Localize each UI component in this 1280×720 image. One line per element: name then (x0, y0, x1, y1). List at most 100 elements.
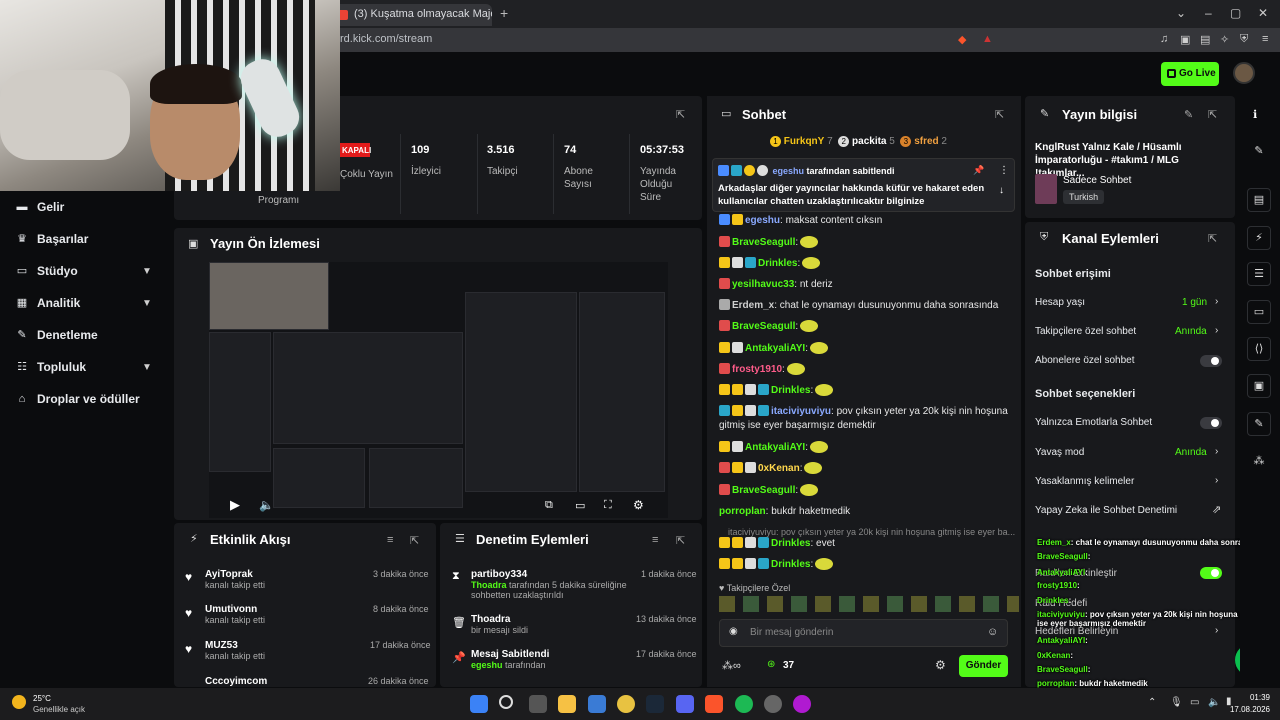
top-chatter-name[interactable]: sfred (914, 136, 938, 147)
browser-tab[interactable]: (3) Kuşatma olmayacak Majesteleri... (332, 4, 492, 26)
chrome-icon[interactable] (617, 695, 635, 713)
top-chatter-name[interactable]: packita (852, 136, 886, 147)
chat-username[interactable]: itaciviyuviyu (771, 406, 831, 417)
url-field[interactable]: rd.kick.com/stream (340, 33, 432, 45)
popout-icon[interactable]: ⇱ (410, 534, 419, 547)
wrench-icon[interactable]: ✎ (1247, 412, 1271, 436)
emoji-icon[interactable]: ☺ (987, 626, 998, 638)
discord-icon[interactable] (676, 695, 694, 713)
chat-username[interactable]: AntakyaliAYI (745, 343, 805, 354)
new-tab-button[interactable]: + (500, 5, 508, 21)
sidebar-item-studyo[interactable]: ▭ Stüdyo ▼ (16, 261, 152, 281)
chevron-right-icon[interactable]: › (1215, 475, 1218, 486)
settings-gear-icon[interactable]: ⚙ (633, 498, 644, 512)
filter-icon[interactable]: ≡ (387, 534, 393, 546)
close-icon[interactable]: ✕ (1258, 6, 1268, 20)
activity-user[interactable]: MUZ53 (205, 640, 265, 651)
volume-icon[interactable]: 🔈 (1208, 697, 1220, 708)
ai-moderation-setting[interactable]: Yapay Zeka ile Sohbet Denetimi (1035, 505, 1177, 516)
maximize-icon[interactable]: ▢ (1230, 6, 1241, 20)
theater-icon[interactable]: ▭ (575, 499, 585, 512)
modlog-moderator[interactable]: Thoadra (471, 580, 507, 590)
brave-shield-icon[interactable]: ◆ (958, 33, 966, 46)
pinned-by-user[interactable]: egeshu (773, 166, 805, 176)
stream-preview-video[interactable] (209, 262, 668, 518)
chat-username[interactable]: BraveSeagull (732, 237, 795, 248)
category-name[interactable]: Sadece Sohbet (1063, 175, 1131, 186)
modlog-user[interactable]: Mesaj Sabitlendi (471, 649, 549, 660)
settings-gear-icon[interactable]: ⚙ (935, 658, 946, 672)
reply-icon[interactable]: ◉ (729, 626, 738, 637)
chat-username[interactable]: Drinkles (758, 258, 797, 269)
modlog-user[interactable]: Thoadra (471, 614, 528, 625)
stack-icon[interactable]: ▣ (1247, 374, 1271, 398)
tab-search-icon[interactable]: ⌄ (1176, 6, 1186, 20)
edit-icon[interactable]: ✎ (1184, 108, 1193, 121)
edit-icon[interactable]: ✎ (1247, 140, 1271, 164)
info-icon[interactable]: ℹ (1253, 108, 1257, 121)
more-options-icon[interactable]: ⋮ (999, 165, 1009, 176)
chat-username[interactable]: BraveSeagull (732, 485, 795, 496)
menu-icon[interactable]: ≡ (1262, 33, 1268, 45)
community-icon[interactable]: ⁂ (1247, 450, 1271, 474)
modlog-user[interactable]: partiboy334 (471, 569, 661, 580)
external-link-icon[interactable]: ⇗ (1212, 503, 1221, 516)
steam-icon[interactable] (646, 695, 664, 713)
chat-username[interactable]: porroplan (719, 506, 766, 517)
obs-icon[interactable] (793, 695, 811, 713)
chat-username[interactable]: Drinkles (771, 538, 810, 549)
brave-icon[interactable] (705, 695, 723, 713)
pip-icon[interactable]: ⧉ (545, 499, 553, 512)
wallet-icon[interactable]: ▤ (1200, 33, 1210, 46)
chevron-right-icon[interactable]: › (1215, 325, 1218, 336)
media-icon[interactable]: ▤ (1247, 188, 1271, 212)
list-icon[interactable]: ☰ (1247, 262, 1271, 286)
sidebar-item-denetleme[interactable]: ✎ Denetleme (16, 325, 97, 345)
banned-words-setting[interactable]: Yasaklanmış kelimeler (1035, 476, 1134, 487)
chevron-right-icon[interactable]: › (1215, 446, 1218, 457)
emote-bar[interactable] (719, 596, 1019, 612)
pin-icon[interactable]: 📌 (973, 165, 984, 176)
leo-ai-icon[interactable]: ✧ (1220, 33, 1229, 46)
microphone-icon[interactable]: 🎙 (1170, 697, 1183, 708)
sidebar-toggle-icon[interactable]: ▣ (1180, 33, 1190, 46)
lightning-icon[interactable]: ⚡ (1247, 226, 1271, 250)
popout-icon[interactable]: ⇱ (1208, 108, 1217, 121)
brave-rewards-icon[interactable]: ▲ (982, 33, 993, 45)
followers-only-setting[interactable]: Takipçilere özel sohbet (1035, 326, 1136, 337)
send-button[interactable]: Gönder (959, 655, 1008, 677)
chat-settings-icon[interactable]: ⁂∞ (722, 659, 741, 672)
slow-mode-setting[interactable]: Yavaş mod (1035, 447, 1084, 458)
top-chatter-name[interactable]: FurkqnY (784, 136, 825, 147)
github-icon[interactable] (764, 695, 782, 713)
chat-icon[interactable]: ▭ (1247, 300, 1271, 324)
popout-icon[interactable]: ⇱ (995, 108, 1004, 121)
chat-username[interactable]: Erdem_x (732, 300, 774, 311)
activity-user[interactable]: Cccoyimcom (205, 676, 267, 686)
chat-username[interactable]: Drinkles (771, 559, 810, 570)
windows-start-icon[interactable] (470, 695, 488, 713)
avatar[interactable] (1233, 62, 1255, 84)
clock-time[interactable]: 01:39 (1230, 693, 1270, 702)
activity-user[interactable]: Umutivonn (205, 604, 265, 615)
chat-username[interactable]: 0xKenan (758, 463, 800, 474)
popout-icon[interactable]: ⇱ (676, 108, 685, 121)
sidebar-item-topluluk[interactable]: ☷ Topluluk ▼ (16, 357, 152, 377)
chat-username[interactable]: AntakyaliAYI (745, 442, 805, 453)
activity-user[interactable]: AyiToprak (205, 569, 265, 580)
media-icon[interactable]: ♫ (1160, 33, 1168, 45)
emote-only-toggle[interactable] (1200, 417, 1222, 429)
store-icon[interactable] (588, 695, 606, 713)
minimize-icon[interactable]: – (1205, 6, 1212, 20)
sidebar-item-basarilar[interactable]: ♛ Başarılar (16, 229, 88, 249)
chat-username[interactable]: BraveSeagull (732, 321, 795, 332)
code-icon[interactable]: ⟨⟩ (1247, 337, 1271, 361)
chat-username[interactable]: frosty1910 (732, 364, 782, 375)
chevron-right-icon[interactable]: › (1215, 296, 1218, 307)
mute-icon[interactable]: 🔈 (259, 498, 274, 512)
popout-icon[interactable]: ⇱ (676, 534, 685, 547)
sidebar-item-droplar[interactable]: ⌂ Droplar ve ödüller (16, 389, 140, 409)
subs-only-toggle[interactable] (1200, 355, 1222, 367)
chat-username[interactable]: Drinkles (771, 385, 810, 396)
sidebar-item-gelir[interactable]: ▬ Gelir (16, 197, 65, 217)
